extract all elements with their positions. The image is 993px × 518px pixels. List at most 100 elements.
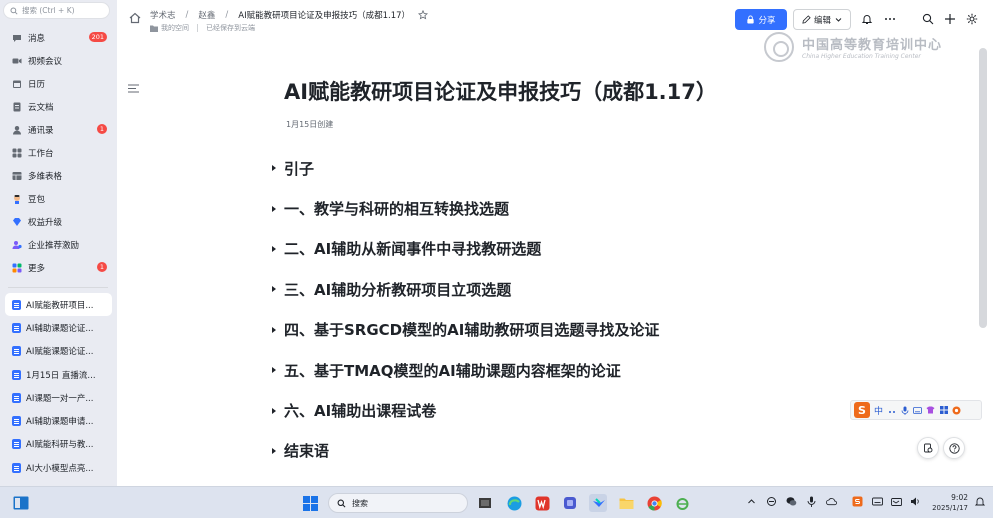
- edit-button-label: 编辑: [813, 15, 831, 26]
- collapse-caret-icon[interactable]: [272, 245, 276, 252]
- unread-badge: 1: [96, 124, 107, 134]
- sidebar-item-referral[interactable]: 企业推荐激励: [0, 233, 117, 256]
- chevron-up-icon[interactable]: [746, 496, 757, 507]
- doc-icon: [12, 346, 21, 357]
- heading-item[interactable]: 六、AI辅助出课程试卷: [272, 390, 832, 430]
- bell-icon[interactable]: [860, 12, 873, 25]
- sidebar-item-cloud-docs[interactable]: 云文档: [0, 95, 117, 118]
- keyboard-layout-icon[interactable]: [872, 496, 883, 507]
- windows-start-icon[interactable]: [301, 494, 319, 512]
- collapse-caret-icon[interactable]: [272, 326, 276, 333]
- more-icon[interactable]: [883, 12, 896, 25]
- sidebar-item-label: 消息: [28, 33, 46, 44]
- edit-mode-button[interactable]: 编辑: [793, 9, 851, 30]
- cloud-tray-icon[interactable]: [826, 496, 837, 507]
- recent-doc-item[interactable]: AI赋能课题论证...: [5, 340, 112, 363]
- collapse-caret-icon[interactable]: [272, 286, 276, 293]
- breadcrumb-current[interactable]: AI赋能教研项目论证及申报技巧（成都1.17）: [238, 9, 410, 21]
- wifi-icon[interactable]: [891, 496, 902, 507]
- sogou-tray-icon[interactable]: [852, 496, 863, 507]
- wps-office-icon[interactable]: [533, 494, 551, 512]
- task-view-icon[interactable]: [12, 494, 30, 512]
- home-icon[interactable]: [129, 12, 141, 24]
- doc-item-label: AI大小模型点亮...: [26, 463, 94, 474]
- ime-toolbar[interactable]: S 中: [850, 400, 982, 420]
- folder-icon: [150, 25, 158, 32]
- doc-info-button[interactable]: [917, 437, 939, 459]
- recent-doc-item[interactable]: AI赋能科研与教...: [5, 433, 112, 456]
- help-button[interactable]: [943, 437, 965, 459]
- recent-doc-item[interactable]: AI课题一对一产...: [5, 386, 112, 409]
- plus-icon[interactable]: [943, 12, 956, 25]
- sidebar-item-upgrade[interactable]: 权益升级: [0, 210, 117, 233]
- toolbox-grid-icon[interactable]: [939, 406, 948, 415]
- collapse-caret-icon[interactable]: [272, 165, 276, 172]
- gear-icon[interactable]: [965, 12, 978, 25]
- microphone-icon[interactable]: [900, 406, 909, 415]
- ime-mode-toggle[interactable]: 中: [874, 404, 883, 417]
- app-icon-purple[interactable]: [561, 494, 579, 512]
- outline-toggle-icon[interactable]: [128, 84, 139, 93]
- sidebar-item-contacts[interactable]: 通讯录 1: [0, 118, 117, 141]
- microphone-icon[interactable]: [806, 496, 817, 507]
- punctuation-icon[interactable]: [887, 406, 896, 415]
- sidebar-item-bitable[interactable]: 多维表格: [0, 164, 117, 187]
- chrome-browser-icon[interactable]: [645, 494, 663, 512]
- ime-settings-icon[interactable]: [952, 406, 961, 415]
- search-box[interactable]: 搜索 (Ctrl + K): [3, 2, 110, 19]
- sidebar-item-video-meeting[interactable]: 视频会议: [0, 49, 117, 72]
- speaker-icon[interactable]: [910, 496, 921, 507]
- breadcrumb-item[interactable]: 学术志: [150, 9, 176, 21]
- recent-doc-item[interactable]: AI辅助课题论证...: [5, 316, 112, 339]
- recent-doc-item[interactable]: AI赋能教研项目...: [5, 293, 112, 317]
- heading-item[interactable]: 结束语: [272, 431, 832, 471]
- notification-bell-icon[interactable]: [974, 496, 985, 507]
- heading-item[interactable]: 五、基于TMAQ模型的AI辅助课题内容框架的论证: [272, 350, 832, 390]
- collapse-caret-icon[interactable]: [272, 447, 276, 454]
- recent-doc-item[interactable]: AI辅助课题申请...: [5, 409, 112, 432]
- collapse-caret-icon[interactable]: [272, 367, 276, 374]
- taskbar-search-label: 搜索: [352, 498, 368, 508]
- network-sync-icon[interactable]: [766, 496, 777, 507]
- star-icon[interactable]: [418, 10, 429, 20]
- collapse-caret-icon[interactable]: [272, 205, 276, 212]
- recent-doc-item[interactable]: AI大小模型点亮...: [5, 456, 112, 479]
- sidebar: 搜索 (Ctrl + K) 消息 201 视频会议 日历 云文档 通讯录 1 工…: [0, 0, 117, 486]
- unread-badge: 201: [88, 32, 107, 42]
- heading-text: 引子: [284, 159, 315, 178]
- sidebar-item-more[interactable]: 更多 1: [0, 256, 117, 279]
- wechat-tray-icon[interactable]: [786, 496, 797, 507]
- heading-item[interactable]: 一、教学与科研的相互转换找选题: [272, 188, 832, 228]
- sidebar-divider: [8, 287, 108, 288]
- share-button[interactable]: 分享: [735, 9, 787, 30]
- sidebar-item-workplace[interactable]: 工作台: [0, 141, 117, 164]
- breadcrumb-item[interactable]: 赵鑫: [198, 9, 215, 21]
- feishu-app-icon[interactable]: [589, 494, 607, 512]
- taskbar-search[interactable]: 搜索: [328, 493, 468, 513]
- keyboard-icon[interactable]: [913, 406, 922, 415]
- app-icon-dark[interactable]: [476, 494, 494, 512]
- scrollbar-thumb[interactable]: [979, 48, 987, 328]
- sidebar-item-doubao[interactable]: 豆包: [0, 187, 117, 210]
- collapse-caret-icon[interactable]: [272, 407, 276, 414]
- search-icon[interactable]: [921, 12, 934, 25]
- heading-item[interactable]: 二、AI辅助从新闻事件中寻找教研选题: [272, 229, 832, 269]
- space-link[interactable]: 我的空间: [161, 23, 189, 33]
- sogou-logo-icon[interactable]: S: [854, 402, 870, 418]
- ie-browser-icon[interactable]: [673, 494, 691, 512]
- sidebar-item-calendar[interactable]: 日历: [0, 72, 117, 95]
- file-explorer-icon[interactable]: [617, 494, 635, 512]
- skin-shirt-icon[interactable]: [926, 406, 935, 415]
- sidebar-item-label: 多维表格: [28, 171, 63, 182]
- edge-browser-icon[interactable]: [505, 494, 523, 512]
- heading-item[interactable]: 三、AI辅助分析教研项目立项选题: [272, 269, 832, 309]
- system-clock[interactable]: 9:02 2025/1/17: [928, 492, 968, 514]
- heading-item[interactable]: 四、基于SRGCD模型的AI辅助教研项目选题寻找及论证: [272, 310, 832, 350]
- heading-item[interactable]: 引子: [272, 148, 832, 188]
- doc-icon: [12, 369, 21, 380]
- recent-doc-item[interactable]: 1月15日 直播流...: [5, 363, 112, 386]
- doc-title[interactable]: AI赋能教研项目论证及申报技巧（成都1.17）: [284, 76, 717, 106]
- watermark-cn: 中国高等教育培训中心: [802, 38, 943, 53]
- sidebar-item-messages[interactable]: 消息 201: [0, 26, 117, 49]
- person-plus-icon: [12, 240, 22, 250]
